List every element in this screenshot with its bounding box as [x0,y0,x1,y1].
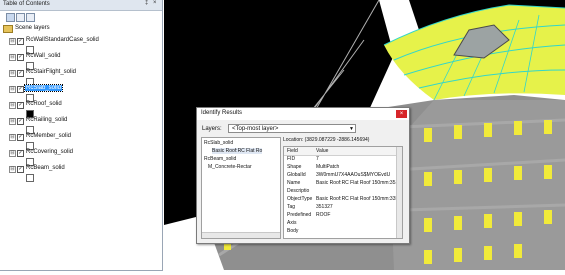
field-name: Body [287,228,299,234]
layer-name[interactable]: RcMember_solid [25,133,72,139]
field-value: MultiPatch [316,164,340,170]
field-name: Predefined [287,212,312,218]
layer-visibility-checkbox[interactable]: ✓ [17,166,24,173]
list-by-visibility-icon[interactable] [26,13,35,22]
attribute-row[interactable]: ObjectType Basic Roof:RC Flat Roof 150mm:… [284,195,399,203]
attribute-row[interactable]: Descriptio [284,187,396,195]
field-value: Value [316,148,329,154]
list-by-source-icon[interactable] [16,13,25,22]
collapse-icon[interactable]: ⊟ [9,70,16,77]
layer-visibility-checkbox[interactable]: ✓ [17,70,24,77]
layer-name[interactable]: RcStairFlight_solid [25,69,77,75]
field-value: Basic Roof:RC Flat Roof 150mm:335 [316,196,399,202]
toc-toolbar [0,11,162,23]
layer-visibility-checkbox[interactable]: ✓ [17,38,24,45]
attribute-row[interactable]: Axis [284,219,396,227]
layer-symbol-swatch [26,174,34,182]
layers-dropdown-value: <Top-most layer> [232,126,279,132]
collapse-icon[interactable]: ⊟ [9,38,16,45]
layer-name[interactable]: RcWall_solid [25,53,61,59]
attribute-row[interactable]: Name Basic Roof:RC Flat Roof 150mm:351327… [284,179,402,187]
layer-name[interactable]: RcBeam_solid [25,165,66,171]
attribute-row[interactable]: Tag 351327 [284,203,396,211]
layer-name[interactable]: RcRoof_solid [25,101,63,107]
layer-visibility-checkbox[interactable]: ✓ [17,118,24,125]
attribute-row[interactable]: GlobalId 3W0mmU7X4AAOuS$MYOEvdU [284,171,396,179]
identify-titlebar: Identify Results × [197,108,409,120]
location-readout: Location: (3829.087229 -2886.145694) [283,137,370,143]
identify-results-tree[interactable]: RcSlab_solid Basic Roof:RC Flat Ro RcBea… [201,137,281,239]
close-icon[interactable]: × [153,0,157,6]
field-value: ROOF [316,212,331,218]
field-value: 351327 [316,204,333,210]
field-value: 7 [316,156,319,162]
tree-node-layer[interactable]: RcBeam_solid [204,156,236,162]
scene-layers-icon [3,25,13,33]
field-name: Name [287,180,301,186]
field-name: FID [287,156,296,162]
toc-title: Table of Contents [3,1,50,7]
identify-results-dialog: Identify Results × Layers: <Top-most lay… [196,107,410,244]
field-name: Axis [287,220,297,226]
chevron-down-icon[interactable]: ▼ [349,125,354,134]
layer-name[interactable]: RcCovering_solid [25,149,74,155]
collapse-icon[interactable]: ⊟ [9,86,16,93]
field-value: Basic Roof:RC Flat Roof 150mm:351327:1 [316,180,403,186]
tree-horizontal-scrollbar[interactable] [202,232,280,238]
collapse-icon[interactable]: ⊟ [9,54,16,61]
attribute-row[interactable]: Predefined ROOF [284,211,396,219]
toc-titlebar: Table of Contents ‡ × [0,0,162,11]
attribute-row[interactable]: Body [284,227,396,235]
field-name: ObjectType [287,196,313,202]
layer-visibility-checkbox[interactable]: ✓ [17,134,24,141]
layer-visibility-checkbox[interactable]: ✓ [17,86,24,93]
collapse-icon[interactable]: ⊟ [9,102,16,109]
attribute-row[interactable]: Shape MultiPatch [284,163,396,171]
tree-node-layer[interactable]: RcSlab_solid [204,140,233,146]
grid-vertical-scrollbar[interactable] [396,147,402,238]
tree-node-feature[interactable]: Basic Roof:RC Flat Ro [212,148,263,154]
attribute-row[interactable]: FID 7 [284,155,396,163]
field-name: Field [287,148,298,154]
layer-visibility-checkbox[interactable]: ✓ [17,102,24,109]
table-of-contents-panel: Table of Contents ‡ × Scene layers ⊟ ✓ RcW… [0,0,163,271]
layer-visibility-checkbox[interactable]: ✓ [17,150,24,157]
layer-name[interactable]: RcRailing_solid [25,117,68,123]
layers-label: Layers: [202,126,222,132]
collapse-icon[interactable]: ⊟ [9,150,16,157]
field-name: Descriptio [287,188,310,194]
collapse-icon[interactable]: ⊟ [9,118,16,125]
pin-icon[interactable]: ‡ [145,0,148,6]
field-name: Shape [287,164,302,170]
list-by-drawing-order-icon[interactable] [6,13,15,22]
layer-name[interactable]: RcWallStandardCase_solid [25,37,100,43]
tree-node-feature[interactable]: M_Concrete-Rectar [208,164,252,170]
attribute-grid[interactable]: Field Value FID 7 Shape MultiPatch GlobalId 3W0… [283,146,403,239]
identify-title: Identify Results [201,110,243,116]
collapse-icon[interactable]: ⊟ [9,166,16,173]
layers-dropdown[interactable]: <Top-most layer> ▼ [228,124,356,133]
close-button[interactable]: × [396,110,407,118]
layer-name[interactable]: RcSlab_solid [23,84,64,92]
field-value: 3W0mmU7X4AAOuS$MYOEvdU [316,172,391,178]
layer-item[interactable]: ⊟ ✓ RcBeam_solid [9,165,159,183]
scene-layers-label: Scene layers [15,25,50,31]
collapse-icon[interactable]: ⊟ [9,134,16,141]
field-name: GlobalId [287,172,306,178]
layer-visibility-checkbox[interactable]: ✓ [17,54,24,61]
field-name: Tag [287,204,296,210]
